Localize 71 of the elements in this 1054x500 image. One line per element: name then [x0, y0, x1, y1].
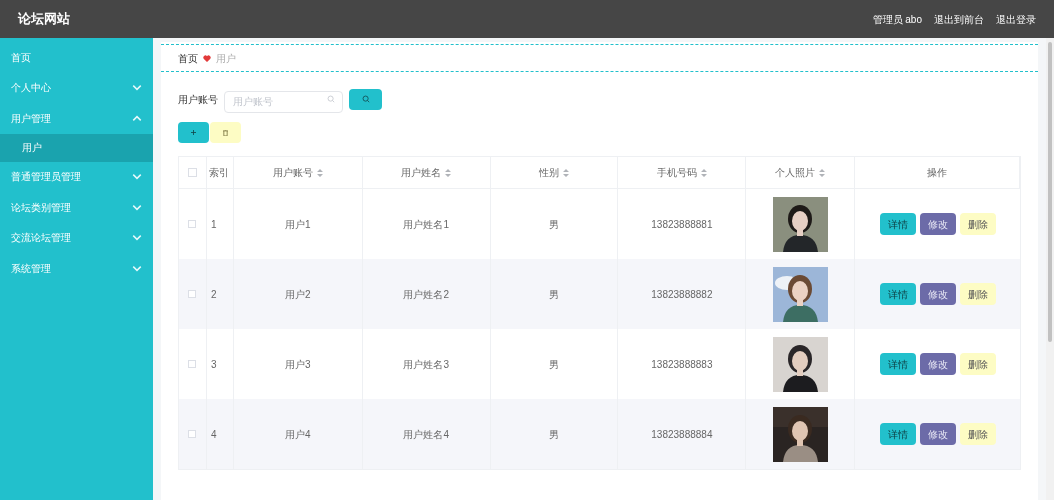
heart-icon: [203, 54, 211, 62]
table-cell-text: 用户2: [285, 287, 311, 302]
details-button[interactable]: 详情: [879, 423, 916, 445]
column-header: 用户姓名: [401, 166, 442, 180]
details-button[interactable]: 详情: [879, 213, 916, 235]
checkbox[interactable]: [188, 430, 197, 438]
search-label: 用户账号: [178, 92, 218, 107]
sort-icon[interactable]: [700, 168, 707, 177]
edit-button[interactable]: 修改: [919, 283, 956, 305]
table-cell-text: 13823888882: [651, 287, 713, 302]
table-cell-text: 2: [210, 287, 217, 302]
table-cell-text: 13823888881: [651, 217, 713, 232]
delete-button[interactable]: 删除: [959, 213, 996, 235]
column-header: 个人照片: [775, 166, 816, 180]
column-header: 用户账号: [272, 166, 313, 180]
edit-button[interactable]: 修改: [919, 423, 956, 445]
sort-icon[interactable]: [563, 168, 570, 177]
sidebar-item[interactable]: 普通管理员管理: [0, 161, 153, 192]
table-cell-text: 13823888883: [651, 357, 713, 372]
add-button[interactable]: [178, 122, 209, 143]
table-cell-text: 男: [549, 427, 560, 442]
sidebar-item[interactable]: 用户管理: [0, 103, 153, 134]
table-cell-text: 用户姓名3: [403, 357, 449, 372]
table-cell-text: 用户姓名2: [403, 287, 449, 302]
table-cell-text: 用户3: [285, 357, 311, 372]
table-cell-text: 3: [210, 357, 217, 372]
table-cell-text: 用户1: [285, 217, 311, 232]
table-cell-text: 男: [549, 287, 560, 302]
table-cell-text: 用户4: [285, 427, 311, 442]
sort-icon[interactable]: [316, 168, 323, 177]
table-cell-text: 1: [210, 217, 217, 232]
sort-icon[interactable]: [819, 168, 826, 177]
plus-icon: [191, 130, 196, 135]
table-cell-text: 4: [210, 427, 217, 442]
sidebar-item[interactable]: 个人中心: [0, 72, 153, 103]
header-link[interactable]: 退出到前台: [934, 11, 984, 27]
search-icon: [327, 95, 335, 103]
edit-button[interactable]: 修改: [919, 213, 956, 235]
checkbox[interactable]: [188, 168, 197, 177]
checkbox[interactable]: [188, 360, 197, 368]
column-header: 性别: [539, 166, 560, 180]
checkbox[interactable]: [188, 290, 197, 298]
sidebar-item[interactable]: 系统管理: [0, 253, 153, 284]
details-button[interactable]: 详情: [879, 353, 916, 375]
delete-button[interactable]: 删除: [959, 423, 996, 445]
sidebar-item[interactable]: 论坛类别管理: [0, 192, 153, 223]
breadcrumb-link[interactable]: 首页: [178, 50, 198, 66]
column-header: 操作: [927, 166, 948, 180]
table-cell-text: 男: [549, 217, 560, 232]
breadcrumb-current: 用户: [216, 51, 236, 66]
table-cell-text: 用户姓名1: [403, 217, 449, 232]
table-cell-text: 13823888884: [651, 427, 713, 442]
table-cell-text: 用户姓名4: [403, 427, 449, 442]
edit-button[interactable]: 修改: [919, 353, 956, 375]
sidebar-item[interactable]: 交流论坛管理: [0, 222, 153, 253]
header-link[interactable]: 退出登录: [996, 11, 1036, 27]
sidebar-item[interactable]: 首页: [0, 42, 153, 73]
sort-icon[interactable]: [445, 168, 452, 177]
delete-button[interactable]: 删除: [959, 353, 996, 375]
site-title: 论坛网站: [18, 10, 70, 29]
delete-button[interactable]: 删除: [959, 283, 996, 305]
search-button[interactable]: [349, 88, 382, 110]
sidebar-subitem[interactable]: 用户: [0, 133, 153, 162]
delete-button[interactable]: [210, 122, 241, 143]
table-cell-text: 男: [549, 357, 560, 372]
trash-icon: [223, 129, 228, 136]
search-icon: [361, 95, 370, 103]
checkbox[interactable]: [188, 220, 197, 228]
details-button[interactable]: 详情: [879, 283, 916, 305]
column-header: 手机号码: [656, 166, 697, 180]
column-header: 索引: [208, 166, 229, 180]
